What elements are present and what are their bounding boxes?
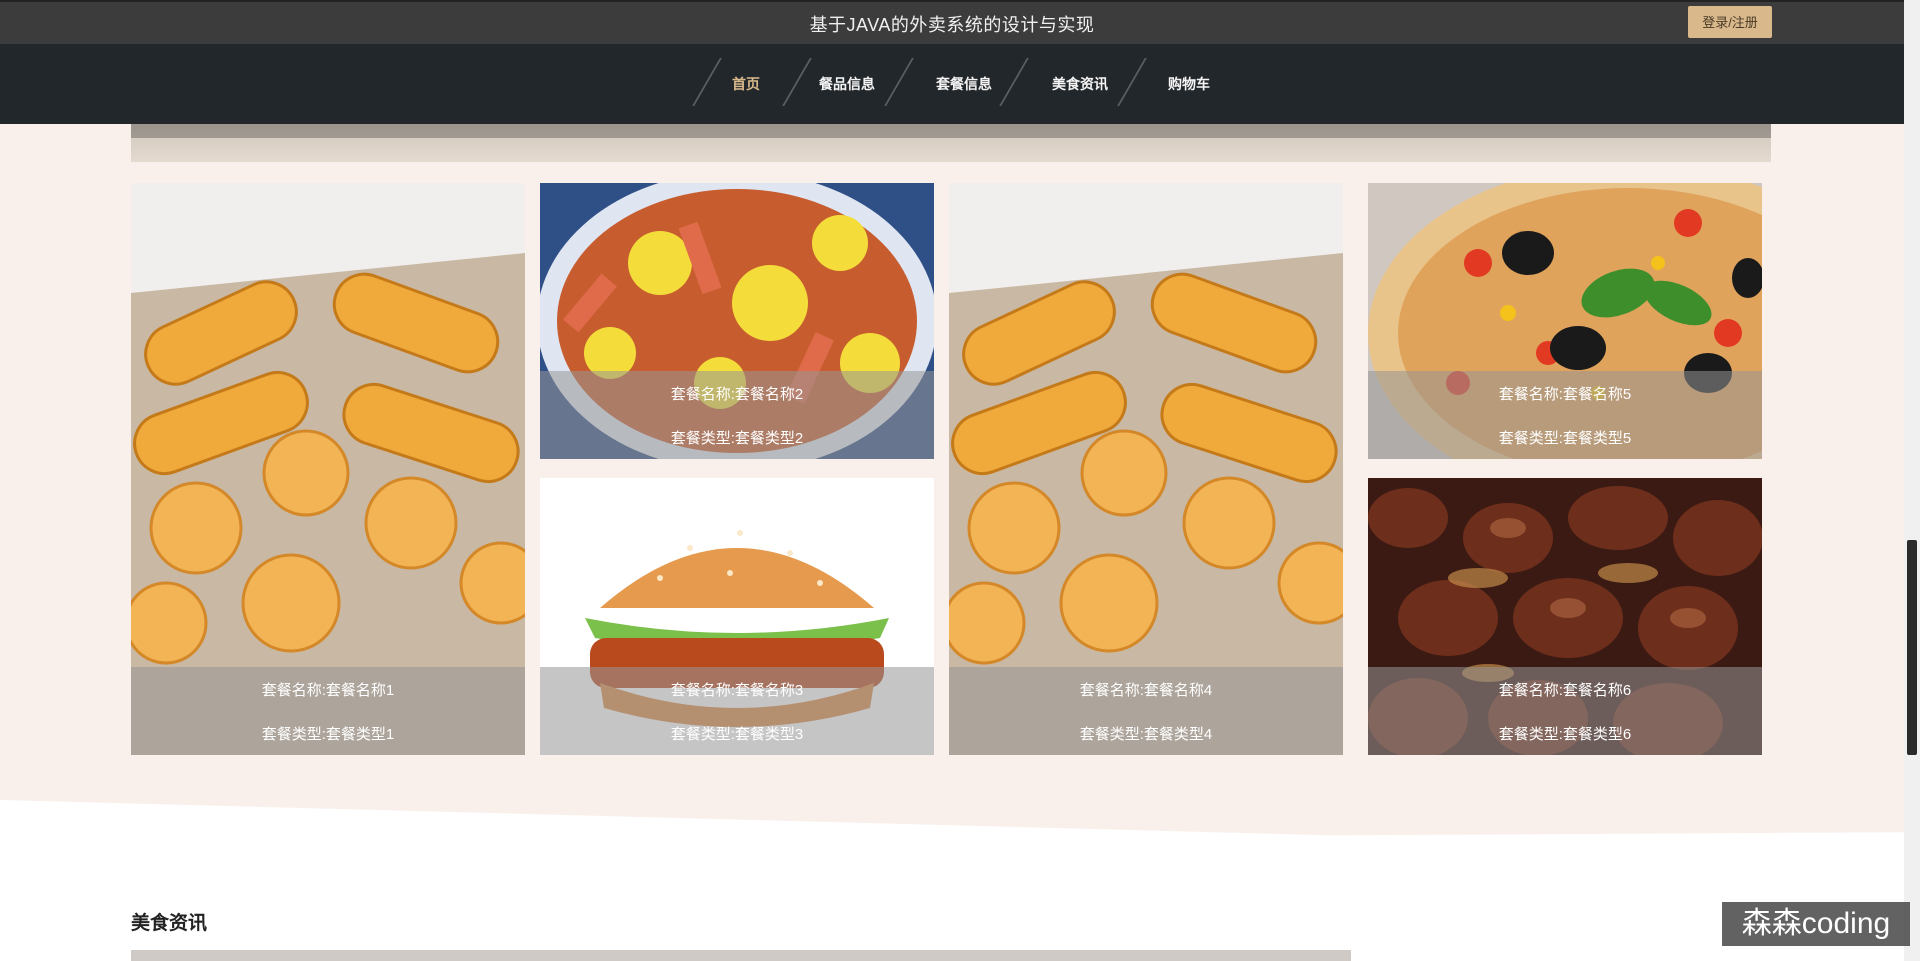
nav-separator [884, 58, 914, 106]
nav-item-packages[interactable]: 套餐信息 [936, 74, 992, 94]
package-card-4[interactable]: 套餐名称:套餐名称4 套餐类型:套餐类型4 [949, 183, 1343, 755]
package-caption: 套餐名称:套餐名称5 套餐类型:套餐类型5 [1368, 371, 1762, 459]
package-card-3[interactable]: 套餐名称:套餐名称3 套餐类型:套餐类型3 [540, 478, 934, 755]
package-card-2[interactable]: 套餐名称:套餐名称2 套餐类型:套餐类型2 [540, 183, 934, 459]
section-divider [0, 800, 1904, 961]
banner-bottom-edge [131, 124, 1771, 162]
nav-item-dishes[interactable]: 餐品信息 [819, 74, 875, 94]
package-name: 套餐名称:套餐名称4 [1079, 682, 1213, 699]
nav-item-cart[interactable]: 购物车 [1168, 74, 1210, 94]
package-card-1[interactable]: 套餐名称:套餐名称1 套餐类型:套餐类型1 [131, 183, 525, 755]
nav-separator [692, 58, 722, 106]
package-type: 套餐类型:套餐类型5 [1498, 430, 1632, 447]
scrollbar-thumb[interactable] [1907, 540, 1917, 755]
news-preview-top [131, 950, 1351, 961]
nav-item-food-news[interactable]: 美食资讯 [1052, 74, 1108, 94]
package-name: 套餐名称:套餐名称1 [261, 682, 395, 699]
site-title: 基于JAVA的外卖系统的设计与实现 [809, 15, 1095, 35]
nav-separator [999, 58, 1029, 106]
package-type: 套餐类型:套餐类型3 [670, 726, 804, 743]
package-caption: 套餐名称:套餐名称1 套餐类型:套餐类型1 [131, 667, 525, 755]
package-type: 套餐类型:套餐类型4 [1079, 726, 1213, 743]
package-caption: 套餐名称:套餐名称4 套餐类型:套餐类型4 [949, 667, 1343, 755]
nav-separator [782, 58, 812, 106]
watermark: 森森coding [1722, 902, 1910, 946]
login-register-button[interactable]: 登录/注册 [1688, 6, 1772, 38]
package-caption: 套餐名称:套餐名称6 套餐类型:套餐类型6 [1368, 667, 1762, 755]
package-name: 套餐名称:套餐名称2 [670, 386, 804, 403]
food-news-heading: 美食资讯 [131, 913, 208, 934]
page-scrollbar[interactable] [1904, 0, 1920, 961]
package-card-6[interactable]: 套餐名称:套餐名称6 套餐类型:套餐类型6 [1368, 478, 1762, 755]
package-name: 套餐名称:套餐名称3 [670, 682, 804, 699]
package-caption: 套餐名称:套餐名称3 套餐类型:套餐类型3 [540, 667, 934, 755]
package-type: 套餐类型:套餐类型6 [1498, 726, 1632, 743]
package-name: 套餐名称:套餐名称6 [1498, 682, 1632, 699]
package-card-5[interactable]: 套餐名称:套餐名称5 套餐类型:套餐类型5 [1368, 183, 1762, 459]
package-caption: 套餐名称:套餐名称2 套餐类型:套餐类型2 [540, 371, 934, 459]
package-type: 套餐类型:套餐类型2 [670, 430, 804, 447]
package-type: 套餐类型:套餐类型1 [261, 726, 395, 743]
nav-separator [1117, 58, 1147, 106]
top-bar: 基于JAVA的外卖系统的设计与实现 登录/注册 [0, 0, 1904, 44]
package-name: 套餐名称:套餐名称5 [1498, 386, 1632, 403]
nav-item-home[interactable]: 首页 [732, 74, 760, 94]
main-nav: 首页 餐品信息 套餐信息 美食资讯 购物车 [0, 44, 1904, 124]
